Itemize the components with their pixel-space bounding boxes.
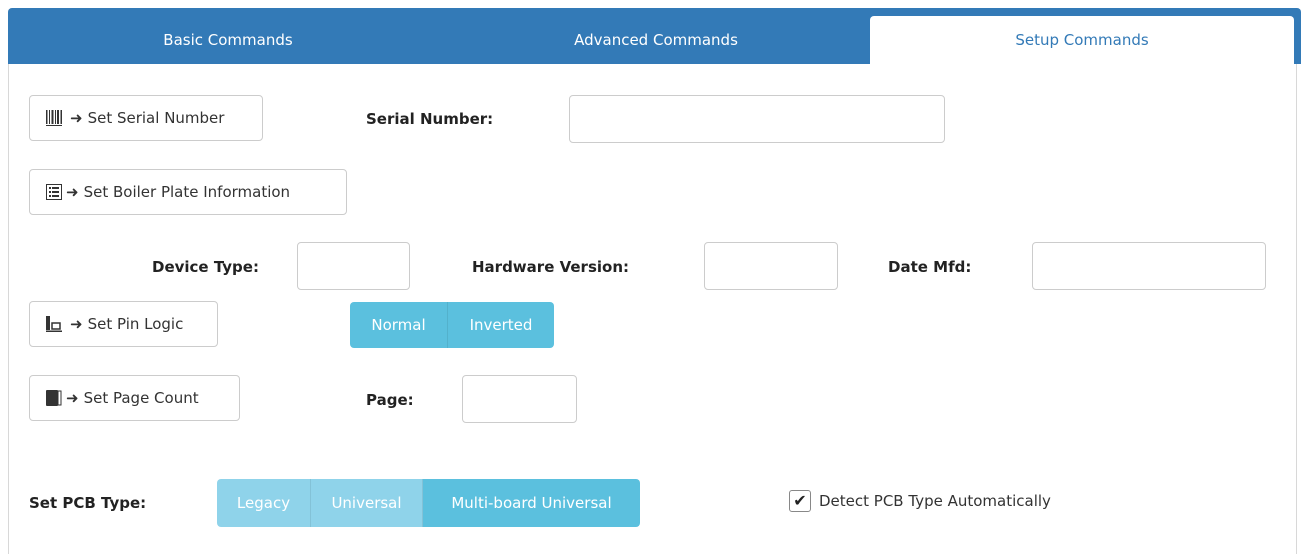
book-icon: [46, 390, 62, 406]
set-boiler-plate-label: Set Boiler Plate Information: [83, 183, 291, 201]
barcode-icon: [46, 110, 66, 126]
panel-border: [1296, 64, 1297, 554]
set-serial-number-button[interactable]: ➜ Set Serial Number: [29, 95, 263, 141]
arrow-right-icon: ➜: [70, 315, 83, 333]
pin-icon: [46, 316, 66, 332]
set-page-count-button[interactable]: ➜ Set Page Count: [29, 375, 240, 421]
page-input[interactable]: [462, 375, 577, 423]
tab-setup-commands[interactable]: Setup Commands: [870, 16, 1294, 64]
date-mfd-input[interactable]: [1032, 242, 1266, 290]
pcb-type-universal[interactable]: Universal: [311, 479, 423, 527]
pin-logic-toggle: Normal Inverted: [350, 302, 554, 348]
device-type-label: Device Type:: [152, 258, 259, 276]
tab-bar: Basic Commands Advanced Commands Setup C…: [8, 8, 1301, 64]
pcb-type-legacy[interactable]: Legacy: [217, 479, 311, 527]
set-pin-logic-button[interactable]: ➜ Set Pin Logic: [29, 301, 218, 347]
tab-advanced-commands[interactable]: Advanced Commands: [436, 8, 876, 64]
pin-logic-inverted[interactable]: Inverted: [448, 302, 554, 348]
panel-border: [8, 64, 9, 554]
date-mfd-label: Date Mfd:: [888, 258, 972, 276]
page-label: Page:: [366, 391, 414, 409]
set-boiler-plate-button[interactable]: ➜ Set Boiler Plate Information: [29, 169, 347, 215]
arrow-right-icon: ➜: [66, 183, 79, 201]
device-type-input[interactable]: [297, 242, 410, 290]
detect-pcb-label: Detect PCB Type Automatically: [819, 492, 1051, 510]
pcb-type-multi-board-universal[interactable]: Multi-board Universal: [423, 479, 640, 527]
set-pin-logic-label: Set Pin Logic: [87, 315, 184, 333]
list-icon: [46, 184, 62, 200]
arrow-right-icon: ➜: [70, 109, 83, 127]
set-page-count-label: Set Page Count: [83, 389, 199, 407]
pcb-type-toggle: Legacy Universal Multi-board Universal: [217, 479, 640, 527]
checkmark-icon[interactable]: ✔: [789, 490, 811, 512]
serial-number-input[interactable]: [569, 95, 945, 143]
set-serial-number-label: Set Serial Number: [87, 109, 225, 127]
tab-basic-commands[interactable]: Basic Commands: [8, 8, 448, 64]
serial-number-label: Serial Number:: [366, 110, 494, 128]
set-pcb-type-label: Set PCB Type:: [29, 494, 147, 512]
hardware-version-label: Hardware Version:: [472, 258, 629, 276]
pin-logic-normal[interactable]: Normal: [350, 302, 448, 348]
arrow-right-icon: ➜: [66, 389, 79, 407]
detect-pcb-checkbox[interactable]: ✔ Detect PCB Type Automatically: [789, 490, 1051, 512]
hardware-version-input[interactable]: [704, 242, 838, 290]
